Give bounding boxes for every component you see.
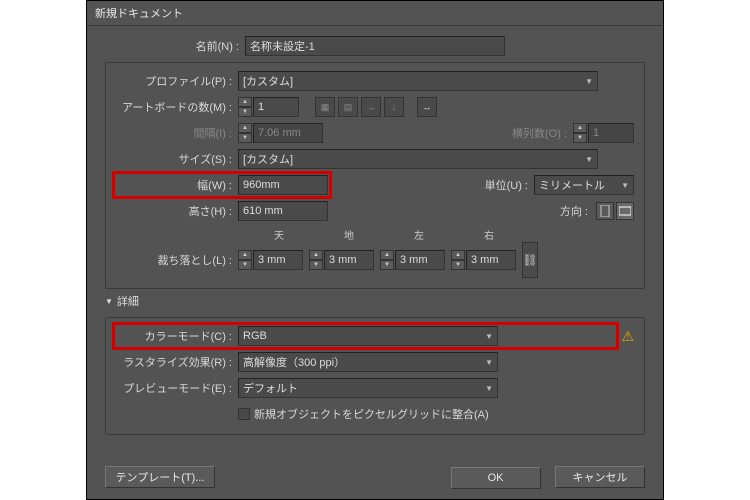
- profile-label: プロファイル(P) :: [116, 73, 238, 89]
- profile-select[interactable]: [カスタム] ▼: [238, 71, 598, 91]
- bleed-left-label: 左: [384, 227, 454, 242]
- bleed-right-input[interactable]: [466, 250, 516, 270]
- chevron-down-icon: ▼: [581, 155, 593, 164]
- grid-by-row-icon[interactable]: ▦: [315, 97, 335, 117]
- columns-label: 横列数(O) :: [512, 125, 573, 141]
- orientation-portrait-icon[interactable]: [596, 202, 614, 220]
- height-label: 高さ(H) :: [116, 203, 238, 219]
- raster-value: 高解像度（300 ppi）: [243, 354, 345, 370]
- orientation-label: 方向 :: [560, 203, 594, 219]
- chevron-down-icon: ▼: [481, 358, 493, 367]
- bleed-bottom-label: 地: [314, 227, 384, 242]
- details-label: 詳細: [117, 293, 139, 309]
- width-label: 幅(W) :: [116, 177, 238, 193]
- bleed-right-label: 右: [454, 227, 524, 242]
- preview-label: プレビューモード(E) :: [116, 380, 238, 396]
- bleed-right-stepper[interactable]: ▲▼: [451, 250, 465, 270]
- height-input[interactable]: [238, 201, 328, 221]
- name-input[interactable]: [245, 36, 505, 56]
- artboards-label: アートボードの数(M) :: [116, 99, 238, 115]
- bleed-left-input[interactable]: [395, 250, 445, 270]
- bleed-top-stepper[interactable]: ▲▼: [238, 250, 252, 270]
- bleed-left-stepper[interactable]: ▲▼: [380, 250, 394, 270]
- units-value: ミリメートル: [539, 177, 605, 193]
- ok-button[interactable]: OK: [451, 467, 541, 489]
- bleed-top-input[interactable]: [253, 250, 303, 270]
- bleed-label: 裁ち落とし(L) :: [116, 252, 238, 268]
- main-fieldset: プロファイル(P) : [カスタム] ▼ アートボードの数(M) : ▲▼ ▦ ▤…: [105, 62, 645, 289]
- cancel-button[interactable]: キャンセル: [555, 466, 645, 488]
- width-highlight: 幅(W) :: [116, 175, 328, 195]
- arrange-down-icon[interactable]: ↓: [384, 97, 404, 117]
- spacing-label: 間隔(I) :: [116, 125, 238, 141]
- size-select[interactable]: [カスタム] ▼: [238, 149, 598, 169]
- chevron-down-icon: ▼: [581, 77, 593, 86]
- size-value: [カスタム]: [243, 151, 293, 167]
- bleed-bottom-stepper[interactable]: ▲▼: [309, 250, 323, 270]
- chevron-down-icon: ▼: [481, 384, 493, 393]
- profile-value: [カスタム]: [243, 73, 293, 89]
- name-label: 名前(N) :: [105, 38, 245, 54]
- arrange-ltr-icon[interactable]: ↔: [417, 97, 437, 117]
- grid-by-col-icon[interactable]: ▤: [338, 97, 358, 117]
- orientation-landscape-icon[interactable]: [616, 202, 634, 220]
- size-label: サイズ(S) :: [116, 151, 238, 167]
- raster-select[interactable]: 高解像度（300 ppi） ▼: [238, 352, 498, 372]
- pixelgrid-label: 新規オブジェクトをピクセルグリッドに整合(A): [254, 406, 489, 422]
- preview-select[interactable]: デフォルト ▼: [238, 378, 498, 398]
- spacing-input: [253, 123, 323, 143]
- width-input[interactable]: [238, 175, 328, 195]
- pixelgrid-checkbox[interactable]: [238, 408, 250, 420]
- spacing-stepper: ▲▼: [238, 123, 252, 143]
- bleed-bottom-input[interactable]: [324, 250, 374, 270]
- raster-label: ラスタライズ効果(R) :: [116, 354, 238, 370]
- details-toggle[interactable]: ▼ 詳細: [105, 293, 645, 309]
- arrange-right-icon[interactable]: →: [361, 97, 381, 117]
- colormode-highlight: カラーモード(C) : RGB ▼: [116, 326, 615, 346]
- colormode-label: カラーモード(C) :: [116, 328, 238, 344]
- colormode-value: RGB: [243, 330, 267, 342]
- artboards-input[interactable]: [253, 97, 299, 117]
- template-button[interactable]: テンプレート(T)...: [105, 466, 215, 488]
- warning-icon: ⚠: [621, 328, 634, 345]
- preview-value: デフォルト: [243, 380, 298, 396]
- triangle-down-icon: ▼: [105, 297, 113, 306]
- new-document-dialog: 新規ドキュメント 名前(N) : プロファイル(P) : [カスタム] ▼ アート…: [86, 0, 664, 500]
- artboards-stepper[interactable]: ▲▼: [238, 97, 252, 117]
- units-label: 単位(U) :: [485, 177, 534, 193]
- bleed-top-label: 天: [244, 227, 314, 242]
- units-select[interactable]: ミリメートル ▼: [534, 175, 634, 195]
- columns-input: [588, 123, 634, 143]
- colormode-select[interactable]: RGB ▼: [238, 326, 498, 346]
- dialog-title: 新規ドキュメント: [87, 1, 663, 26]
- chevron-down-icon: ▼: [481, 332, 493, 341]
- chevron-down-icon: ▼: [617, 181, 629, 190]
- link-bleed-icon[interactable]: ⛓: [522, 242, 538, 278]
- columns-stepper: ▲▼: [573, 123, 587, 143]
- details-fieldset: カラーモード(C) : RGB ▼ ⚠ ラスタライズ効果(R) : 高解像度（30…: [105, 317, 645, 435]
